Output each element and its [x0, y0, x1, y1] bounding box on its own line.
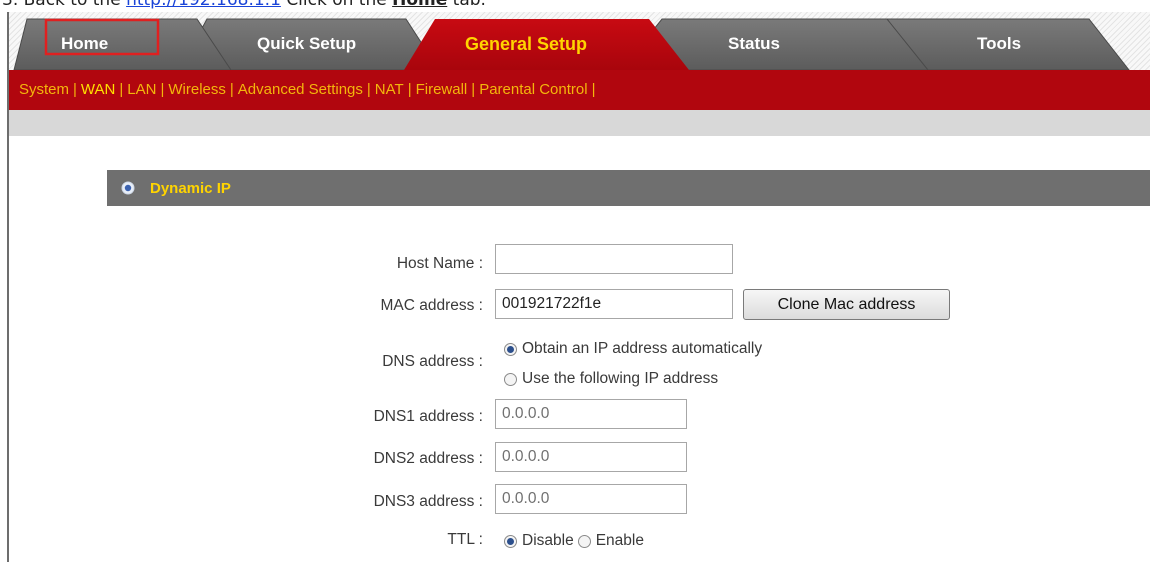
- tab-general-setup[interactable]: General Setup: [465, 34, 587, 55]
- dynamic-ip-section-header: Dynamic IP: [107, 170, 1150, 206]
- subnav-system[interactable]: System: [19, 81, 69, 98]
- subnav-nat[interactable]: NAT: [375, 81, 404, 98]
- router-url-link[interactable]: http://192.168.1.1: [126, 0, 281, 10]
- subnav-separator: |: [591, 81, 596, 98]
- host-name-input[interactable]: [495, 244, 733, 274]
- subnav-advanced-settings[interactable]: Advanced Settings: [238, 81, 363, 98]
- dns-manual-radio[interactable]: [504, 372, 517, 386]
- toolbar-strip: [9, 110, 1150, 136]
- mac-address-label: MAC address :: [380, 297, 483, 314]
- subnav-wan[interactable]: WAN: [81, 81, 115, 98]
- subnav-separator: |: [471, 81, 476, 98]
- instruction-target: Home: [392, 0, 448, 10]
- host-name-label: Host Name :: [396, 255, 483, 272]
- tab-status[interactable]: Status: [728, 34, 780, 54]
- section-title: Dynamic IP: [150, 180, 231, 197]
- subnav-parental-control[interactable]: Parental Control: [479, 81, 587, 98]
- tab-tools[interactable]: Tools: [977, 34, 1021, 54]
- ttl-enable-radio[interactable]: [577, 534, 591, 548]
- dns1-address-label: DNS1 address :: [373, 408, 483, 425]
- subnav-separator: |: [160, 81, 165, 98]
- subnav-separator: |: [366, 81, 371, 98]
- tab-quick-setup[interactable]: Quick Setup: [257, 34, 356, 54]
- dns-auto-label: Obtain an IP address automatically: [522, 340, 763, 357]
- router-admin-frame: Home Quick Setup General Setup Status To…: [0, 12, 1150, 562]
- dns1-address-input[interactable]: [495, 399, 687, 429]
- ttl-label: TTL :: [447, 531, 483, 548]
- dns-manual-option[interactable]: Use the following IP address: [504, 370, 718, 388]
- subnav-firewall[interactable]: Firewall: [416, 81, 468, 98]
- instruction-prefix: 3. Back to the: [2, 0, 121, 10]
- dns2-address-label: DNS2 address :: [373, 450, 483, 467]
- dns-address-label: DNS address :: [382, 353, 483, 370]
- tab-home[interactable]: Home: [61, 34, 108, 54]
- dns3-address-input[interactable]: [495, 484, 687, 514]
- subnav-lan[interactable]: LAN: [127, 81, 156, 98]
- subnav-separator: |: [73, 81, 77, 98]
- ttl-options: Disable Enable: [504, 532, 644, 550]
- subnav-separator: |: [407, 81, 412, 98]
- subnav-separator: |: [119, 81, 124, 98]
- main-tab-bar: Home Quick Setup General Setup Status To…: [9, 12, 1150, 70]
- sub-navigation-bar: System | WAN | LAN | Wireless | Advanced Setting…: [9, 70, 1150, 110]
- dns-manual-label: Use the following IP address: [522, 370, 719, 387]
- instruction-text: 3. Back to the http://192.168.1.1 Click …: [0, 0, 1150, 12]
- instruction-suffix: tab.: [452, 0, 486, 10]
- dns2-address-input[interactable]: [495, 442, 687, 472]
- radio-selected-icon: [121, 181, 135, 195]
- dns3-address-label: DNS3 address :: [373, 493, 483, 510]
- dns-auto-radio[interactable]: [504, 342, 517, 356]
- subnav-items: System | WAN | LAN | Wireless | Advanced Setting…: [19, 81, 600, 98]
- ttl-disable-radio[interactable]: [504, 534, 517, 548]
- subnav-wireless[interactable]: Wireless: [168, 81, 226, 98]
- subnav-separator: |: [229, 81, 234, 98]
- instruction-mid: Click on the: [286, 0, 387, 10]
- ttl-enable-label: Enable: [595, 532, 644, 549]
- dns-auto-option[interactable]: Obtain an IP address automatically: [504, 340, 762, 358]
- clone-mac-address-button[interactable]: Clone Mac address: [743, 289, 950, 320]
- mac-address-input[interactable]: [495, 289, 733, 319]
- ttl-disable-label: Disable: [522, 532, 574, 549]
